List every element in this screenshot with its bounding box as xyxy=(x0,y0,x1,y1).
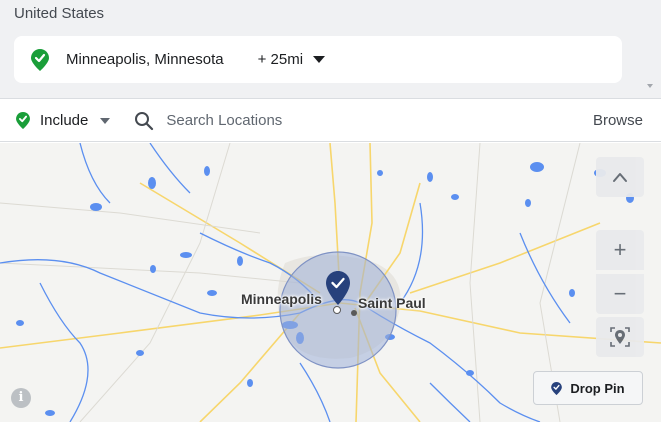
location-targeting-panel: United States Minneapolis, Minnesota + 2… xyxy=(0,0,661,99)
include-pin-icon xyxy=(30,48,50,72)
info-icon[interactable]: i xyxy=(11,388,31,408)
caret-down-icon xyxy=(100,117,111,124)
plus-icon: + xyxy=(613,237,627,262)
compass-button[interactable] xyxy=(596,157,644,197)
zoom-out-button[interactable]: − xyxy=(596,274,644,314)
scroll-down-icon[interactable] xyxy=(647,84,653,88)
selected-location-chip[interactable]: Minneapolis, Minnesota + 25mi xyxy=(14,36,622,83)
include-label: Include xyxy=(40,112,89,129)
radius-value: + 25mi xyxy=(257,51,304,68)
caret-down-icon xyxy=(313,56,326,63)
location-search-toolbar: Include Browse xyxy=(0,100,661,142)
compass-icon xyxy=(613,173,627,182)
drop-pin-button[interactable]: Drop Pin xyxy=(533,371,643,405)
locate-button[interactable] xyxy=(596,317,644,357)
radius-dropdown[interactable]: + 25mi xyxy=(257,51,326,68)
pin-icon xyxy=(551,381,563,395)
city-label-saint-paul: Saint Paul xyxy=(358,295,426,311)
map-view[interactable]: Minneapolis Saint Paul + − i Drop Pin xyxy=(0,143,661,422)
browse-link[interactable]: Browse xyxy=(593,112,643,129)
search-locations-input[interactable] xyxy=(166,112,527,129)
include-dropdown[interactable]: Include xyxy=(16,112,111,129)
drop-pin-label: Drop Pin xyxy=(570,380,625,396)
search-icon xyxy=(135,111,154,130)
locate-pin-icon xyxy=(610,327,630,347)
zoom-in-button[interactable]: + xyxy=(596,230,644,270)
include-pin-icon xyxy=(16,112,30,129)
country-label: United States xyxy=(14,5,105,22)
minus-icon: − xyxy=(613,281,627,306)
city-label-minneapolis: Minneapolis xyxy=(241,291,322,307)
location-name: Minneapolis, Minnesota xyxy=(66,51,224,68)
